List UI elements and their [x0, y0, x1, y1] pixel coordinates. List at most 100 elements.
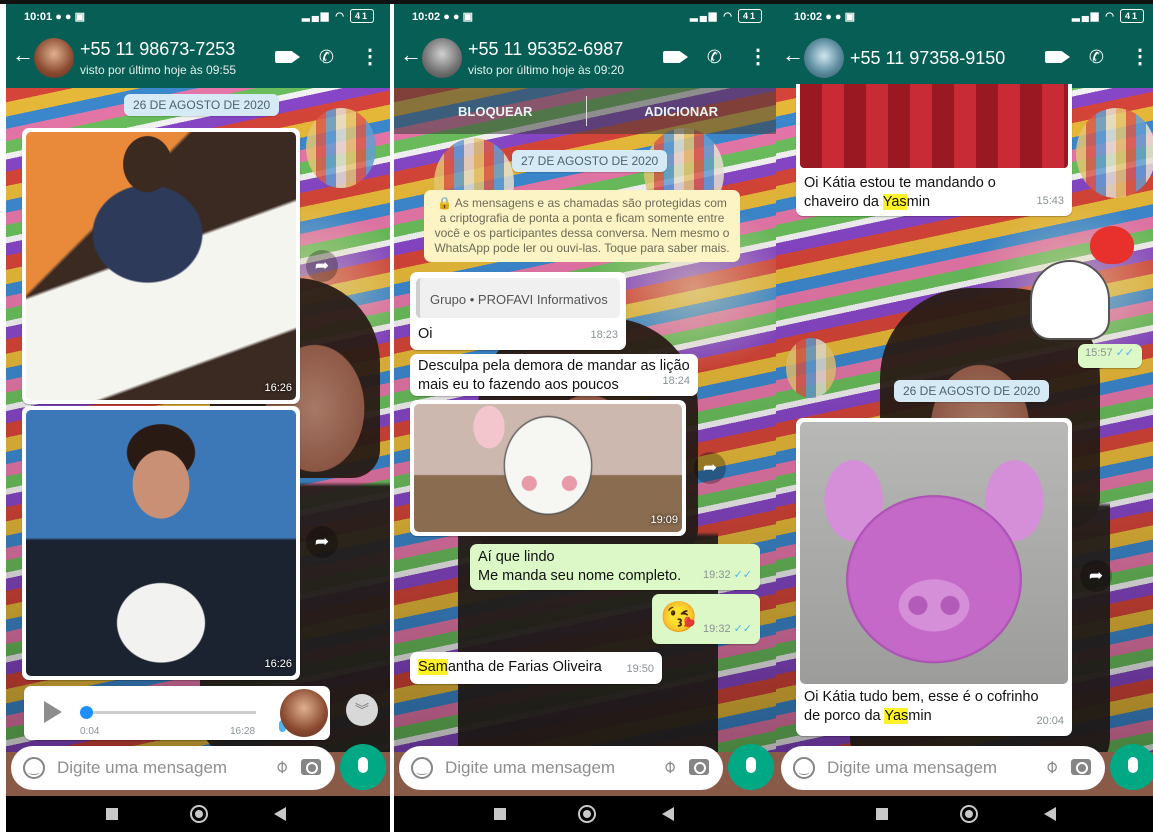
recents-icon[interactable] [494, 808, 506, 820]
back-nav-icon[interactable] [662, 807, 674, 821]
quoted-group-label[interactable]: Grupo • PROFAVI Informativos [416, 278, 620, 318]
phone-screen-2: 10:02 ● ● ▣ ▂▄▆ ◠ 41 ← +55 11 95352-6987 … [394, 4, 778, 832]
emoji-icon[interactable]: ‿ [793, 757, 815, 779]
message-bubble[interactable]: Grupo • PROFAVI Informativos Oi 18:23 [410, 272, 626, 350]
message-input-bar[interactable]: ‿ Digite uma mensagem ⌀ [11, 746, 335, 790]
message-time: 16:28 [230, 726, 256, 737]
message-time: 20:04 [1036, 715, 1064, 727]
outgoing-message[interactable]: Aí que lindo Me manda seu nome completo.… [470, 544, 760, 590]
chat-header[interactable]: ← +55 11 97358-9150 ✆ ⋮ [776, 30, 1153, 88]
video-call-icon[interactable] [274, 51, 300, 63]
emoji-icon[interactable]: ‿ [23, 757, 45, 779]
message-input-bar[interactable]: ‿ Digite uma mensagem ⌀ [399, 746, 723, 790]
message-input-bar[interactable]: ‿ Digite uma mensagem ⌀ [781, 746, 1105, 790]
photo-message[interactable]: 16:26 [22, 406, 300, 680]
back-nav-icon[interactable] [274, 807, 286, 821]
photo-message[interactable]: Oi Kátia estou te mandando o chaveiro da… [796, 84, 1072, 216]
back-arrow-icon[interactable]: ← [12, 44, 34, 66]
contact-name[interactable]: +55 11 98673-7253 [80, 39, 235, 60]
message-time: 18:24 [662, 375, 690, 387]
forward-icon[interactable]: ➦ [306, 250, 338, 282]
more-options-icon[interactable]: ⋮ [748, 47, 768, 67]
mic-button[interactable] [728, 744, 774, 790]
photo-boy-with-pig[interactable] [26, 410, 296, 676]
video-call-icon[interactable] [1044, 51, 1070, 63]
photo-pink-pig[interactable] [800, 422, 1068, 684]
photo-message[interactable]: Oi Kátia tudo bem, esse é o cofrinho de … [796, 418, 1072, 736]
chat-header[interactable]: ← +55 11 95352-6987 visto por último hoj… [394, 30, 778, 88]
contact-name[interactable]: +55 11 95352-6987 [468, 39, 623, 60]
message-bubble[interactable]: Samantha de Farias Oliveira 19:50 [410, 652, 662, 684]
phone-icon[interactable]: ✆ [319, 48, 334, 66]
message-time: 18:23 [590, 329, 618, 341]
message-input[interactable]: Digite uma mensagem [827, 758, 997, 778]
video-call-icon[interactable] [662, 51, 688, 63]
home-icon[interactable] [190, 805, 208, 823]
read-ticks-icon: ✓✓ [1115, 347, 1134, 359]
mic-button[interactable] [1110, 744, 1153, 790]
avatar[interactable] [422, 38, 462, 78]
avatar[interactable] [804, 38, 844, 78]
voice-message[interactable]: 0:04 16:28 [24, 686, 330, 740]
emoji-icon[interactable]: ‿ [411, 757, 433, 779]
status-time: 10:02 [794, 11, 823, 23]
notification-icons: ● ● ▣ [825, 11, 855, 23]
message-text: antha de Farias Oliveira [447, 659, 602, 675]
attach-icon[interactable]: ⌀ [1040, 755, 1063, 778]
attach-icon[interactable]: ⌀ [270, 755, 293, 778]
encryption-notice[interactable]: 🔒 As mensagens e as chamadas são protegi… [424, 190, 740, 262]
camera-icon[interactable] [1071, 759, 1091, 775]
date-chip: 27 DE AGOSTO DE 2020 [512, 150, 668, 172]
back-arrow-icon[interactable]: ← [400, 44, 422, 66]
recents-icon[interactable] [106, 808, 118, 820]
recents-icon[interactable] [876, 808, 888, 820]
outgoing-message[interactable]: 15:57 ✓✓ [1078, 344, 1142, 368]
mic-icon [746, 757, 756, 773]
forward-icon[interactable]: ➦ [694, 452, 726, 484]
contact-name[interactable]: +55 11 97358-9150 [850, 48, 1005, 69]
battery-icon: 41 [349, 9, 374, 23]
screenshot-collage: 10:01 ● ● ▣ ▂▄▆ ◠ 41 ← +55 11 98673-7253 … [0, 0, 1153, 832]
message-time-group: 15:57 ✓✓ [1085, 344, 1134, 363]
message-input[interactable]: Digite uma mensagem [445, 758, 615, 778]
photo-message[interactable]: 16:26 [22, 128, 300, 404]
photo-paper-pig[interactable] [414, 404, 682, 532]
message-text-group: Oi Kátia estou te mandando o chaveiro da… [804, 174, 1034, 212]
phone-icon[interactable]: ✆ [1089, 48, 1104, 66]
heart-balloon-icon [1090, 226, 1134, 264]
avatar[interactable] [34, 38, 74, 78]
photo-boy-cutting-paper[interactable] [26, 132, 296, 400]
teddy-bear-icon [1030, 260, 1110, 340]
home-icon[interactable] [960, 805, 978, 823]
scroll-down-icon[interactable]: ︾ [346, 694, 378, 726]
chat-header[interactable]: ← +55 11 98673-7253 visto por último hoj… [6, 30, 390, 88]
add-contact-button[interactable]: ADICIONAR [644, 104, 718, 119]
play-icon[interactable] [44, 701, 62, 723]
attach-icon[interactable]: ⌀ [658, 755, 681, 778]
teddy-sticker[interactable] [1026, 224, 1144, 344]
last-seen: visto por último hoje às 09:55 [80, 63, 237, 77]
status-time: 10:01 [24, 11, 53, 23]
forward-icon[interactable]: ➦ [1080, 560, 1112, 592]
photo-message[interactable]: 19:09 [410, 400, 686, 536]
signal-icon: ▂▄▆ ◠ 41 [1072, 9, 1144, 23]
photo-keychain[interactable] [800, 84, 1068, 168]
back-arrow-icon[interactable]: ← [782, 44, 804, 66]
last-seen: visto por último hoje às 09:20 [468, 63, 625, 77]
more-options-icon[interactable]: ⋮ [1130, 47, 1150, 67]
outgoing-message[interactable]: 😘 19:32 ✓✓ [652, 594, 760, 644]
forward-icon[interactable]: ➦ [306, 526, 338, 558]
audio-track[interactable] [86, 711, 256, 714]
mic-button[interactable] [340, 744, 386, 790]
camera-icon[interactable] [301, 759, 321, 775]
message-bubble[interactable]: Desculpa pela demora de mandar as lição … [410, 354, 698, 396]
block-button[interactable]: BLOQUEAR [458, 104, 532, 119]
back-nav-icon[interactable] [1044, 807, 1056, 821]
camera-icon[interactable] [689, 759, 709, 775]
message-text: Desculpa pela demora de mandar as lição … [418, 358, 690, 393]
phone-icon[interactable]: ✆ [707, 48, 722, 66]
message-input[interactable]: Digite uma mensagem [57, 758, 227, 778]
home-icon[interactable] [578, 805, 596, 823]
more-options-icon[interactable]: ⋮ [360, 47, 380, 67]
audio-scrubber[interactable] [80, 706, 93, 719]
